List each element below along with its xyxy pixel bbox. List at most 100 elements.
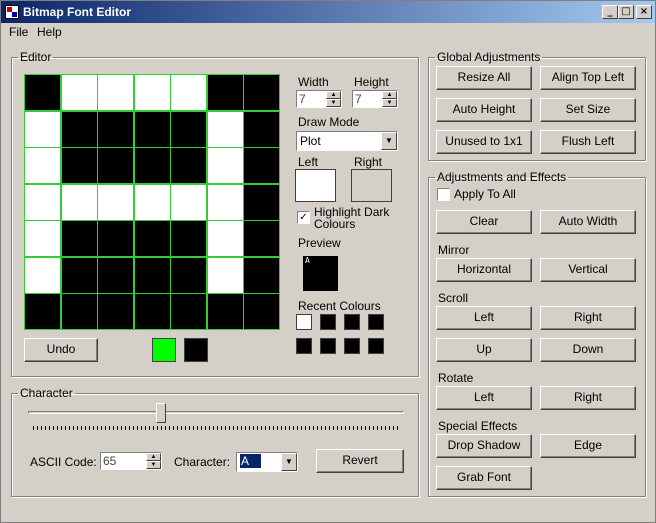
pixel-cell[interactable] — [133, 220, 171, 258]
pixel-cell[interactable] — [170, 183, 208, 221]
pixel-cell[interactable] — [60, 110, 98, 148]
pixel-cell[interactable] — [170, 293, 208, 331]
clear-button[interactable]: Clear — [436, 210, 532, 234]
pixel-cell[interactable] — [60, 293, 98, 331]
title-bar[interactable]: Bitmap Font Editor _ □ × — [1, 1, 655, 23]
pixel-cell[interactable] — [206, 147, 244, 185]
right-color-swatch[interactable] — [351, 169, 392, 202]
pixel-cell[interactable] — [206, 74, 244, 111]
width-up-arrow-icon[interactable]: ▲ — [326, 91, 341, 99]
revert-button[interactable]: Revert — [316, 449, 404, 473]
auto-width-button[interactable]: Auto Width — [540, 210, 636, 234]
pixel-cell[interactable] — [243, 74, 281, 111]
pixel-cell[interactable] — [133, 256, 171, 294]
pixel-cell[interactable] — [243, 256, 281, 294]
apply-to-all-checkbox[interactable] — [437, 188, 450, 201]
pixel-cell[interactable] — [243, 110, 281, 148]
draw-mode-select[interactable]: Plot ▼ — [296, 131, 398, 151]
pixel-cell[interactable] — [170, 110, 208, 148]
chevron-down-icon[interactable]: ▼ — [281, 453, 297, 471]
pixel-cell[interactable] — [97, 220, 135, 258]
pixel-cell[interactable] — [170, 220, 208, 258]
pixel-cell[interactable] — [206, 293, 244, 331]
minimize-button[interactable]: _ — [602, 5, 618, 19]
grab-font-button[interactable]: Grab Font — [436, 466, 532, 490]
pixel-cell[interactable] — [24, 256, 61, 294]
pixel-cell[interactable] — [97, 293, 135, 331]
pixel-cell[interactable] — [133, 293, 171, 331]
ascii-down-arrow-icon[interactable]: ▼ — [146, 461, 161, 469]
width-down-arrow-icon[interactable]: ▼ — [326, 99, 341, 107]
pixel-cell[interactable] — [243, 183, 281, 221]
recent-colour-swatch[interactable] — [296, 338, 312, 354]
mirror-horizontal-button[interactable]: Horizontal — [436, 258, 532, 282]
character-slider-thumb[interactable] — [156, 403, 167, 423]
pixel-cell[interactable] — [170, 74, 208, 111]
pixel-cell[interactable] — [24, 74, 61, 111]
recent-colour-swatch[interactable] — [296, 314, 312, 330]
pixel-cell[interactable] — [24, 147, 61, 185]
pixel-cell[interactable] — [243, 293, 281, 331]
resize-all-button[interactable]: Resize All — [436, 66, 532, 90]
pixel-cell[interactable] — [24, 220, 61, 258]
pixel-cell[interactable] — [170, 256, 208, 294]
recent-colour-swatch[interactable] — [344, 338, 360, 354]
left-color-swatch[interactable] — [295, 169, 336, 202]
drop-shadow-button[interactable]: Drop Shadow — [436, 434, 532, 458]
set-size-button[interactable]: Set Size — [540, 98, 636, 122]
pixel-cell[interactable] — [60, 183, 98, 221]
highlight-dark-checkbox[interactable]: ✓ — [297, 211, 310, 224]
ascii-up-arrow-icon[interactable]: ▲ — [146, 453, 161, 461]
scroll-up-button[interactable]: Up — [436, 338, 532, 362]
flush-left-button[interactable]: Flush Left — [540, 130, 636, 154]
menu-help[interactable]: Help — [37, 25, 62, 39]
pixel-cell[interactable] — [97, 256, 135, 294]
pixel-cell[interactable] — [206, 220, 244, 258]
height-up-arrow-icon[interactable]: ▲ — [382, 91, 397, 99]
width-spinner[interactable]: 7 ▲ ▼ — [296, 90, 342, 108]
pixel-cell[interactable] — [206, 110, 244, 148]
recent-colour-swatch[interactable] — [320, 338, 336, 354]
align-top-left-button[interactable]: Align Top Left — [540, 66, 636, 90]
pixel-cell[interactable] — [243, 147, 281, 185]
pixel-cell[interactable] — [97, 183, 135, 221]
menu-file[interactable]: File — [9, 25, 28, 39]
pixel-cell[interactable] — [97, 110, 135, 148]
pixel-cell[interactable] — [24, 110, 61, 148]
pixel-cell[interactable] — [60, 256, 98, 294]
rotate-right-button[interactable]: Right — [540, 386, 636, 410]
pixel-cell[interactable] — [133, 147, 171, 185]
character-slider-track[interactable] — [28, 411, 404, 414]
rotate-left-button[interactable]: Left — [436, 386, 532, 410]
auto-height-button[interactable]: Auto Height — [436, 98, 532, 122]
edge-button[interactable]: Edge — [540, 434, 636, 458]
pixel-cell[interactable] — [133, 183, 171, 221]
ascii-code-spinner[interactable]: 65 ▲ ▼ — [100, 452, 162, 470]
maximize-button[interactable]: □ — [618, 5, 634, 19]
pixel-grid[interactable] — [24, 74, 281, 331]
primary-color-swatch[interactable] — [152, 338, 176, 362]
scroll-down-button[interactable]: Down — [540, 338, 636, 362]
pixel-cell[interactable] — [133, 74, 171, 111]
character-select[interactable]: A ▼ — [236, 452, 298, 472]
scroll-right-button[interactable]: Right — [540, 306, 636, 330]
close-button[interactable]: × — [636, 5, 652, 19]
height-down-arrow-icon[interactable]: ▼ — [382, 99, 397, 107]
scroll-left-button[interactable]: Left — [436, 306, 532, 330]
pixel-cell[interactable] — [24, 293, 61, 331]
pixel-cell[interactable] — [60, 147, 98, 185]
pixel-cell[interactable] — [24, 183, 61, 221]
pixel-cell[interactable] — [97, 74, 135, 111]
pixel-cell[interactable] — [170, 147, 208, 185]
undo-button[interactable]: Undo — [24, 338, 98, 362]
chevron-down-icon[interactable]: ▼ — [381, 132, 397, 150]
app-icon[interactable] — [5, 5, 19, 19]
mirror-vertical-button[interactable]: Vertical — [540, 258, 636, 282]
pixel-cell[interactable] — [206, 256, 244, 294]
pixel-cell[interactable] — [133, 110, 171, 148]
pixel-cell[interactable] — [243, 220, 281, 258]
pixel-cell[interactable] — [206, 183, 244, 221]
recent-colour-swatch[interactable] — [344, 314, 360, 330]
height-spinner[interactable]: 7 ▲ ▼ — [352, 90, 398, 108]
recent-colour-swatch[interactable] — [320, 314, 336, 330]
